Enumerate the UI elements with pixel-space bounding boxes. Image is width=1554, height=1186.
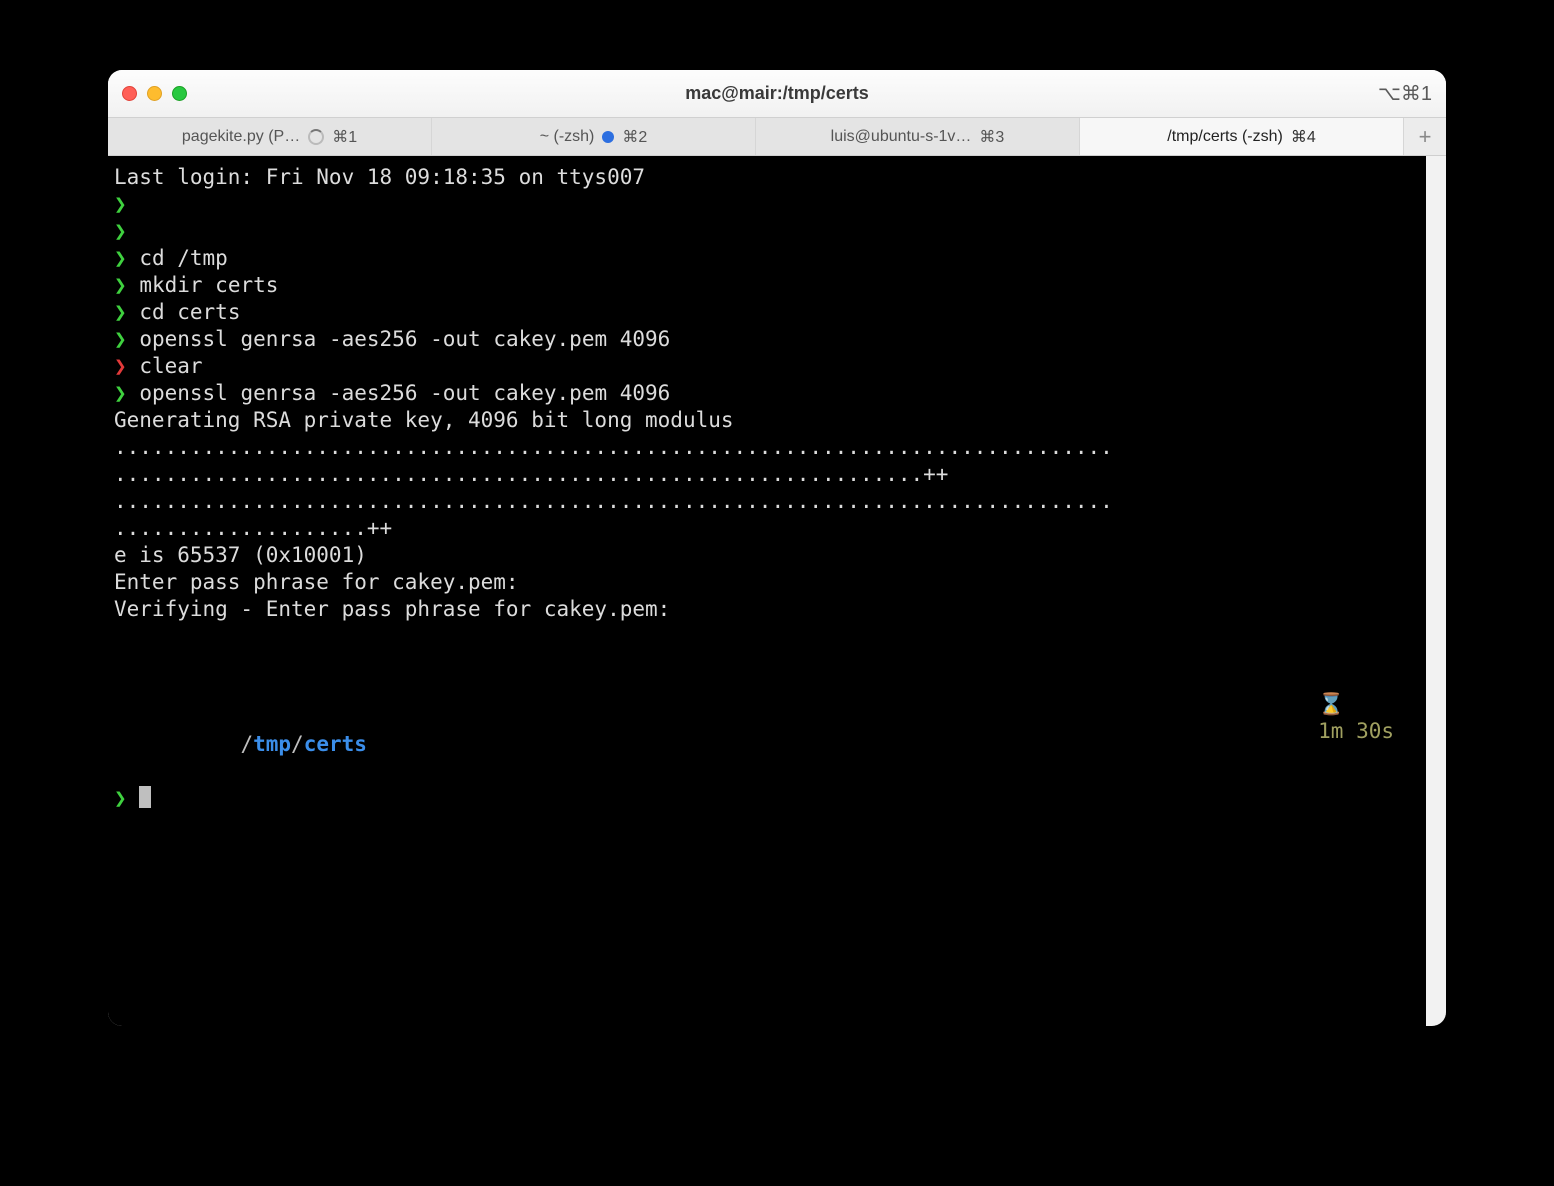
prompt-error-icon: ❯ <box>114 354 127 378</box>
command-text: cd certs <box>139 300 240 324</box>
prompt-icon: ❯ <box>114 786 127 810</box>
tab-certs[interactable]: /tmp/certs (-zsh) ⌘4 <box>1080 118 1404 155</box>
folder-icon <box>240 705 253 729</box>
prompt-icon: ❯ <box>114 381 127 405</box>
activity-dot-icon <box>602 131 614 143</box>
output-line: ....................++ <box>114 515 1424 542</box>
tab-label: pagekite.py (P… <box>182 128 300 146</box>
maximize-button[interactable] <box>172 86 187 101</box>
tabbar: pagekite.py (P… ⌘1 ~ (-zsh) ⌘2 luis@ubun… <box>108 118 1446 156</box>
traffic-lights <box>122 86 187 101</box>
new-tab-button[interactable]: + <box>1404 118 1446 155</box>
plus-icon: + <box>1419 124 1432 150</box>
path-slash: / <box>291 732 304 756</box>
close-button[interactable] <box>122 86 137 101</box>
command-text: mkdir certs <box>139 273 278 297</box>
terminal-window: mac@mair:/tmp/certs ⌥⌘1 pagekite.py (P… … <box>108 70 1446 1026</box>
output-line: ........................................… <box>114 434 1424 461</box>
spinner-icon <box>308 129 324 145</box>
output-line: Generating RSA private key, 4096 bit lon… <box>114 407 1424 434</box>
path-slash: / <box>240 732 253 756</box>
timer-display: ⌛ 1m 30s <box>1192 664 1394 772</box>
prompt-icon: ❯ <box>114 327 127 351</box>
cursor <box>139 786 151 808</box>
hourglass-icon: ⌛ <box>1318 692 1344 716</box>
tab-label: /tmp/certs (-zsh) <box>1167 128 1283 146</box>
titlebar: mac@mair:/tmp/certs ⌥⌘1 <box>108 70 1446 118</box>
prompt-icon: ❯ <box>114 219 127 243</box>
command-text: openssl genrsa -aes256 -out cakey.pem 40… <box>139 327 670 351</box>
path-certs: certs <box>304 732 367 756</box>
tab-shortcut: ⌘1 <box>332 127 357 147</box>
tab-label: luis@ubuntu-s-1v… <box>831 128 972 146</box>
command-text: openssl genrsa -aes256 -out cakey.pem 40… <box>139 381 670 405</box>
scrollbar[interactable] <box>1426 156 1446 1026</box>
tab-pagekite[interactable]: pagekite.py (P… ⌘1 <box>108 118 432 155</box>
prompt-path-row: /tmp/certs ⌛ 1m 30s <box>114 650 1424 785</box>
tab-shortcut: ⌘3 <box>979 127 1004 147</box>
window-title: mac@mair:/tmp/certs <box>108 83 1446 104</box>
minimize-button[interactable] <box>147 86 162 101</box>
tab-shortcut: ⌘4 <box>1291 127 1316 147</box>
output-line: Enter pass phrase for cakey.pem: <box>114 569 1424 596</box>
output-line: ........................................… <box>114 488 1424 515</box>
output-line: Verifying - Enter pass phrase for cakey.… <box>114 596 1424 623</box>
command-text: cd /tmp <box>139 246 228 270</box>
tab-label: ~ (-zsh) <box>540 128 595 146</box>
terminal-content: Last login: Fri Nov 18 09:18:35 on ttys0… <box>108 164 1446 812</box>
output-line: ........................................… <box>114 461 1424 488</box>
command-text: clear <box>139 354 202 378</box>
timer-value: 1m 30s <box>1318 719 1394 743</box>
prompt-icon: ❯ <box>114 246 127 270</box>
path-tmp: tmp <box>253 732 291 756</box>
prompt-icon: ❯ <box>114 273 127 297</box>
tab-shortcut: ⌘2 <box>622 127 647 147</box>
last-login-line: Last login: Fri Nov 18 09:18:35 on ttys0… <box>114 164 1424 191</box>
titlebar-shortcut: ⌥⌘1 <box>1378 81 1432 106</box>
prompt-icon: ❯ <box>114 300 127 324</box>
terminal-body[interactable]: Last login: Fri Nov 18 09:18:35 on ttys0… <box>108 156 1446 1026</box>
tab-home-zsh[interactable]: ~ (-zsh) ⌘2 <box>432 118 756 155</box>
prompt-icon: ❯ <box>114 192 127 216</box>
tab-ubuntu[interactable]: luis@ubuntu-s-1v… ⌘3 <box>756 118 1080 155</box>
output-line: e is 65537 (0x10001) <box>114 542 1424 569</box>
